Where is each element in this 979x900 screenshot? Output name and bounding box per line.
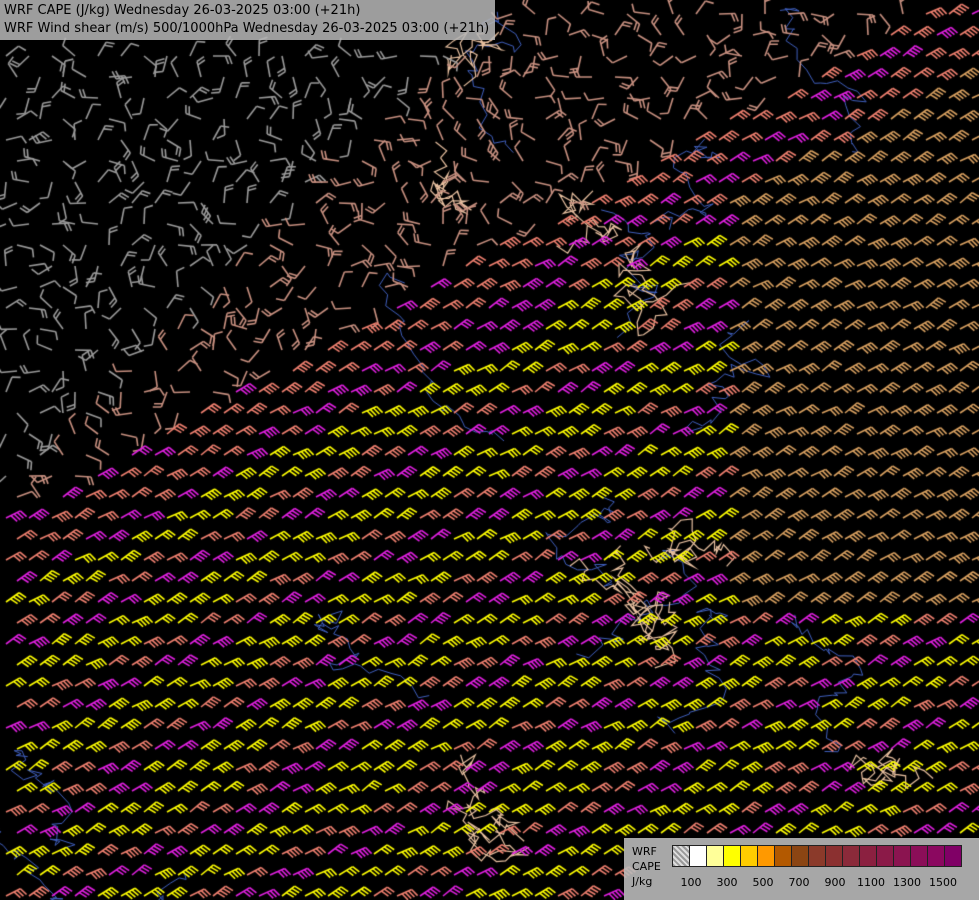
legend-swatch <box>910 845 928 867</box>
legend-tick: 900 <box>824 876 846 889</box>
legend-swatch <box>706 845 724 867</box>
legend-color-scale <box>672 845 962 867</box>
legend-tick: 1500 <box>929 876 957 889</box>
legend-tick: 100 <box>680 876 702 889</box>
legend-tick: 700 <box>788 876 810 889</box>
cape-legend: WRF CAPE J/kg 100 300 500 700 900 1100 1300 150… <box>624 838 979 900</box>
legend-tick: 500 <box>752 876 774 889</box>
legend-swatch <box>893 845 911 867</box>
legend-swatch <box>740 845 758 867</box>
legend-swatch <box>808 845 826 867</box>
legend-swatch <box>859 845 877 867</box>
legend-swatch <box>927 845 945 867</box>
legend-model-label: WRF <box>632 845 657 858</box>
legend-swatch <box>757 845 775 867</box>
map-title-box: WRF CAPE (J/kg) Wednesday 26-03-2025 03:… <box>0 0 496 40</box>
legend-unit-label: J/kg <box>632 875 653 888</box>
legend-swatch <box>876 845 894 867</box>
legend-tick-labels: 100 300 500 700 900 1100 1300 1500 <box>672 876 972 890</box>
legend-swatch <box>723 845 741 867</box>
legend-tick: 1300 <box>893 876 921 889</box>
forecast-map <box>0 0 979 900</box>
legend-tick: 300 <box>716 876 738 889</box>
title-wind-shear: WRF Wind shear (m/s) 500/1000hPa Wednesd… <box>4 21 490 36</box>
legend-swatch <box>791 845 809 867</box>
legend-swatch <box>774 845 792 867</box>
legend-swatch <box>944 845 962 867</box>
legend-swatch <box>825 845 843 867</box>
title-cape: WRF CAPE (J/kg) Wednesday 26-03-2025 03:… <box>4 3 361 18</box>
legend-swatch <box>842 845 860 867</box>
legend-tick: 1100 <box>857 876 885 889</box>
legend-variable-label: CAPE <box>632 860 661 873</box>
legend-swatch <box>689 845 707 867</box>
legend-swatch <box>672 845 690 867</box>
